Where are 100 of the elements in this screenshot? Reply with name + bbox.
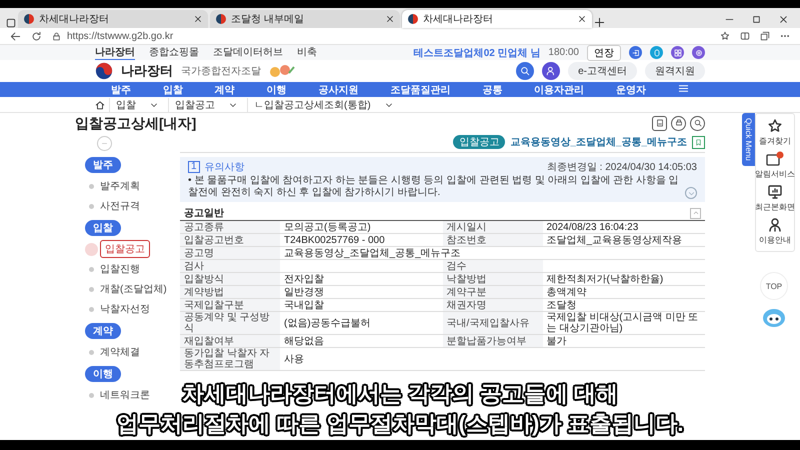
field-label: 재입찰여부 <box>180 334 280 348</box>
close-icon[interactable] <box>386 15 394 23</box>
logo-text: 나라장터 <box>121 62 173 80</box>
field-label: 참조번호 <box>442 234 542 246</box>
home-icon[interactable] <box>95 100 105 110</box>
field-label: 검사 <box>180 260 280 272</box>
caution-text: • 본 물품구매 입찰에 참여하고자 하는 분들은 시행령 등의 입찰에 관련된 법령 및 아래의 입찰에 관한 사항을 입찰전에 완전히 숙지 하신 후 입찰에 참가하시기 바랍니다. <box>188 175 679 199</box>
quick-menu-item[interactable]: 이용안내 <box>759 234 791 246</box>
session-timer: 180:00 <box>548 47 579 58</box>
logo-icon <box>95 62 113 80</box>
breadcrumb-dropdown[interactable]: 입찰공고 <box>168 98 243 112</box>
nav-item[interactable]: 공사지원 <box>318 82 358 96</box>
headset-icon <box>767 217 783 233</box>
header-button[interactable]: e-고객센터 <box>568 62 637 80</box>
field-label: 공고종류 <box>180 221 280 234</box>
search-button[interactable] <box>516 62 534 80</box>
breadcrumb-dropdown[interactable]: ㄴ입찰공고상세조회(통합) <box>247 98 399 112</box>
grid-icon[interactable] <box>671 46 684 59</box>
page-title: 입찰공고상세[내자] <box>75 114 196 133</box>
quick-menu-tab[interactable]: Quick Menu <box>742 113 755 166</box>
field-label: 채권자명 <box>442 298 542 312</box>
field-label: 입찰방식 <box>180 272 280 286</box>
document-button[interactable] <box>652 116 667 130</box>
menu-icon[interactable] <box>678 82 689 94</box>
nav-item[interactable]: 이용자관리 <box>534 82 584 96</box>
document-icon <box>656 119 664 127</box>
field-value: 국내입찰 <box>280 298 442 312</box>
nav-item[interactable]: 조달품질관리 <box>390 82 450 96</box>
door-icon <box>632 48 640 56</box>
field-label: 동가입찰 낙찰자 자동추첨프로그램 <box>180 348 280 370</box>
mouse-icon[interactable] <box>650 46 663 59</box>
screen-badge-icon <box>766 151 784 167</box>
stage-badge: 계약 <box>85 323 121 339</box>
subtitle-caption: 업무처리절차에 따른 업무절차막대(스텝바)가 표출됩니다. <box>116 410 684 438</box>
site-link[interactable]: 조달데이터허브 <box>213 45 283 60</box>
quick-menu-item[interactable]: 최근본화면 <box>755 201 795 213</box>
close-icon[interactable] <box>779 15 788 24</box>
nav-item[interactable]: 운영자 <box>616 82 646 96</box>
user-icon <box>546 66 556 76</box>
logo-subtitle: 국가종합전자조달 <box>181 65 261 78</box>
close-icon[interactable] <box>194 15 202 23</box>
robot-mascot-drawing <box>762 306 786 328</box>
field-label: 계약구분 <box>442 286 542 298</box>
header-button[interactable]: 원격지원 <box>645 62 705 80</box>
bookmark-button[interactable] <box>692 136 705 148</box>
top-button[interactable]: TOP <box>760 272 788 300</box>
nav-item[interactable]: 입찰 <box>162 82 183 96</box>
breadcrumb-dropdown[interactable]: 입찰 <box>109 98 164 112</box>
step-link[interactable]: 네트워크론 <box>100 388 150 402</box>
squares-icon <box>674 48 682 56</box>
field-value: 사용 <box>280 348 705 370</box>
nav-item[interactable]: 공통 <box>482 82 502 96</box>
site-link[interactable]: 나라장터 <box>95 45 135 60</box>
browser-tab[interactable]: 조달청 내부메일 <box>210 10 400 28</box>
field-label: 공고명 <box>180 246 280 260</box>
quick-menu-item[interactable]: 알림서비스 <box>755 168 795 180</box>
printer-icon <box>674 119 682 127</box>
search-button[interactable] <box>690 116 705 130</box>
address-field[interactable]: https://tstwww.g2b.go.kr <box>67 30 174 42</box>
close-icon[interactable] <box>578 15 586 23</box>
step-link[interactable]: 발주계획 <box>100 179 140 193</box>
field-label: 국제입찰구분 <box>180 298 280 312</box>
refresh-icon[interactable] <box>31 30 42 42</box>
section-title: 공고일반 <box>184 207 224 220</box>
caution-title: 유의사항 <box>204 161 245 174</box>
nav-item[interactable]: 발주 <box>110 82 131 96</box>
nav-item[interactable]: 계약 <box>214 82 235 96</box>
nav-item[interactable]: 이행 <box>266 82 287 96</box>
step-link[interactable]: 개찰(조달업체) <box>100 282 167 296</box>
print-button[interactable] <box>671 116 686 130</box>
split-screen-icon[interactable] <box>740 31 750 41</box>
monitor-icon <box>767 184 783 200</box>
step-link[interactable]: 입찰진행 <box>100 262 140 276</box>
logout-icon[interactable] <box>629 46 642 59</box>
search-icon <box>694 119 702 127</box>
step-link[interactable]: 입찰공고 <box>100 240 150 258</box>
user-button[interactable] <box>542 62 560 80</box>
quick-menu-item[interactable]: 즐겨찾기 <box>759 135 791 147</box>
field-label: 게시일시 <box>442 221 542 234</box>
chevron-down-icon <box>688 190 694 196</box>
star-icon[interactable] <box>720 31 730 41</box>
field-value: 일반경쟁 <box>280 286 442 298</box>
user-name: 테스트조달업체02 민업체 님 <box>414 46 540 60</box>
field-label: 분할납품가능여부 <box>442 334 542 348</box>
browser-tab[interactable]: 차세대나라장터 <box>402 10 592 28</box>
notice-tag: 입찰공고 <box>453 135 506 149</box>
settings-icon[interactable] <box>692 46 705 59</box>
step-link[interactable]: 계약체결 <box>100 345 140 359</box>
restore-icon[interactable] <box>752 15 761 24</box>
step-link[interactable]: 낙찰자선정 <box>100 302 150 316</box>
gear-icon <box>694 48 702 56</box>
field-value: 조달청 <box>542 298 705 312</box>
collections-icon[interactable] <box>760 31 770 41</box>
plus-icon[interactable] <box>594 17 605 28</box>
step-link[interactable]: 사전규격 <box>100 199 140 213</box>
site-link[interactable]: 종합쇼핑몰 <box>149 45 199 60</box>
browser-tab[interactable]: 차세대나라장터 <box>18 10 208 28</box>
site-link[interactable]: 비축 <box>297 45 317 60</box>
back-icon[interactable] <box>10 30 21 42</box>
extend-button[interactable]: 연장 <box>587 44 621 60</box>
